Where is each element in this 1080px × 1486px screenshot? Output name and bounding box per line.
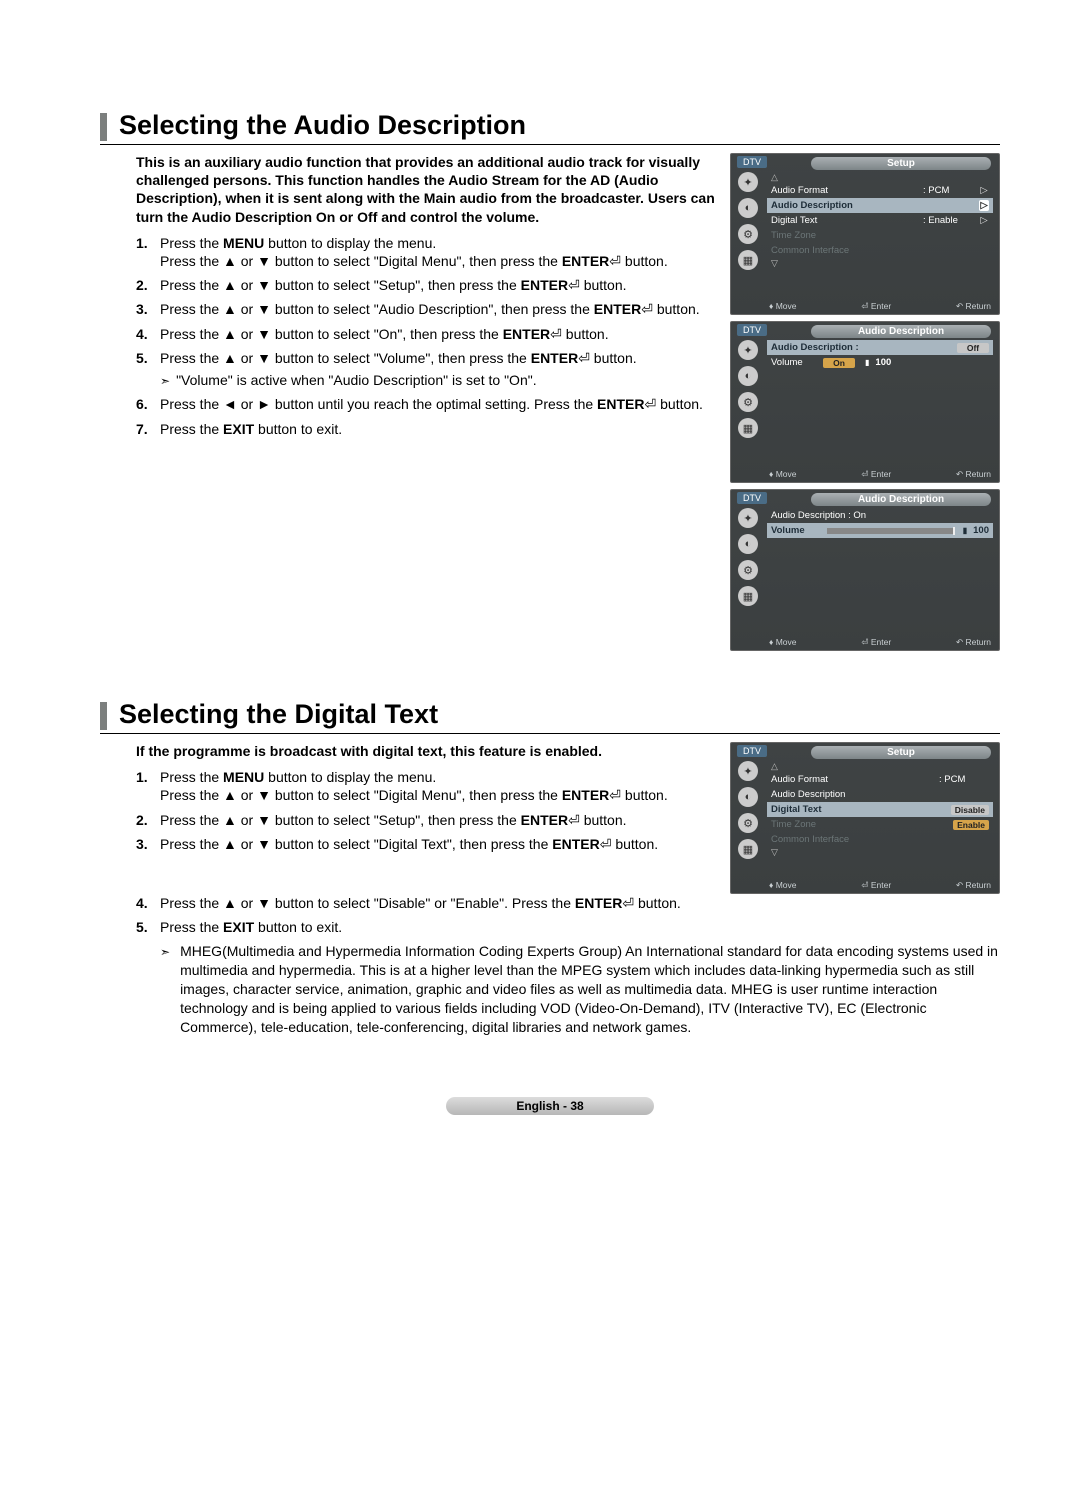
step-3: Press the ▲ or ▼ button to select "Digit… xyxy=(136,835,718,853)
section2-intro: If the programme is broadcast with digit… xyxy=(136,742,718,760)
osd-dtv-badge: DTV xyxy=(737,745,767,757)
step-5: Press the EXIT button to exit. xyxy=(136,918,1000,936)
osd-row-volume-slider[interactable]: Volume ▮ 100 xyxy=(767,523,993,538)
step5-note: "Volume" is active when "Audio Descripti… xyxy=(176,371,537,390)
section1-steps: Press the MENU button to display the men… xyxy=(136,234,718,438)
osd-title-setup: Setup xyxy=(811,746,991,759)
enter-icon: ⏎ xyxy=(609,253,621,269)
heading-text: Selecting the Digital Text xyxy=(119,699,438,733)
osd-audio-desc-volume: DTV Audio Description ✦ ◐ ⚙ ▦ Audio Desc… xyxy=(730,489,1000,651)
note-icon xyxy=(160,371,170,390)
step-2: Press the ▲ or ▼ button to select "Setup… xyxy=(136,276,718,294)
volume-value: 100 xyxy=(875,357,891,368)
note-icon xyxy=(160,942,170,1036)
step-2: Press the ▲ or ▼ button to select "Setup… xyxy=(136,811,718,829)
osd-row-audio-description[interactable]: Audio Description ▷ xyxy=(767,198,993,213)
osd-nav-icon: ▦ xyxy=(738,839,758,859)
osd-nav-icon: ✦ xyxy=(738,172,758,192)
mheg-note: MHEG(Multimedia and Hypermedia Informati… xyxy=(180,942,1000,1036)
osd-row-time-zone: Time Zone xyxy=(767,228,993,243)
scroll-up-icon: △ xyxy=(767,761,993,772)
step-1: Press the MENU button to display the men… xyxy=(136,234,718,270)
osd-row-digital-text[interactable]: Digital Text : Enable ▷ xyxy=(767,213,993,228)
osd-nav-icon: ◐ xyxy=(738,366,758,386)
section1-intro: This is an auxiliary audio function that… xyxy=(136,153,718,226)
osd-setup-digital-text: DTV Setup ✦ ◐ ⚙ ▦ △ Audio Format : PCM A… xyxy=(730,742,1000,894)
osd-title-audio-desc: Audio Description xyxy=(811,325,991,338)
osd-nav-icon: ▦ xyxy=(738,250,758,270)
osd-nav-icon: ◐ xyxy=(738,534,758,554)
heading-bar-icon xyxy=(100,702,107,730)
osd-nav-icon: ▦ xyxy=(738,418,758,438)
osd-nav-icon: ✦ xyxy=(738,761,758,781)
section-heading-digital-text: Selecting the Digital Text xyxy=(100,699,1000,734)
page-number-pill: English - 38 xyxy=(446,1097,653,1115)
osd-row-ad-toggle[interactable]: Audio Description : Off xyxy=(767,340,993,355)
osd-row-audio-format[interactable]: Audio Format : PCM ▷ xyxy=(767,183,993,198)
osd-dtv-badge: DTV xyxy=(737,324,767,336)
heading-bar-icon xyxy=(100,113,107,141)
enter-icon: ⏎ xyxy=(609,787,621,803)
enter-icon: ⏎ xyxy=(568,812,580,828)
osd-setup-audio-desc: DTV Setup ✦ ◐ ⚙ ▦ △ Audio Format : PCM ▷ xyxy=(730,153,1000,315)
enter-icon: ⏎ xyxy=(568,277,580,293)
osd-hint-bar: ♦ Move ⏎ Enter ↶ Return xyxy=(767,637,993,648)
osd-nav-icon: ⚙ xyxy=(738,392,758,412)
step-6: Press the ◄ or ► button until you reach … xyxy=(136,395,718,413)
osd-row-audio-format[interactable]: Audio Format : PCM xyxy=(767,772,993,787)
osd-hint-bar: ♦ Move ⏎ Enter ↶ Return xyxy=(767,880,993,891)
step-4: Press the ▲ or ▼ button to select "On", … xyxy=(136,325,718,343)
option-disable[interactable]: Disable xyxy=(951,805,989,815)
osd-nav-icon: ⚙ xyxy=(738,224,758,244)
osd-hint-bar: ♦ Move ⏎ Enter ↶ Return xyxy=(767,301,993,312)
osd-nav-icon: ⚙ xyxy=(738,813,758,833)
osd-hint-bar: ♦ Move ⏎ Enter ↶ Return xyxy=(767,469,993,480)
osd-row-time-zone: Time Zone Enable xyxy=(767,817,993,832)
osd-row-ad-on[interactable]: Audio Description : On xyxy=(767,508,993,523)
osd-dtv-badge: DTV xyxy=(737,156,767,168)
enter-icon: ⏎ xyxy=(622,895,634,911)
osd-title-setup: Setup xyxy=(811,157,991,170)
enter-icon: ⏎ xyxy=(550,326,562,342)
osd-nav-icon: ◐ xyxy=(738,198,758,218)
osd-audio-desc-picker: DTV Audio Description ✦ ◐ ⚙ ▦ Audio Desc… xyxy=(730,321,1000,483)
osd-nav-icon: ✦ xyxy=(738,340,758,360)
step-3: Press the ▲ or ▼ button to select "Audio… xyxy=(136,300,718,318)
osd-row-common-interface: Common Interface xyxy=(767,243,993,258)
step-7: Press the EXIT button to exit. xyxy=(136,420,718,438)
chevron-right-icon: ▷ xyxy=(979,215,989,226)
osd-dtv-badge: DTV xyxy=(737,492,767,504)
section2-steps: Press the MENU button to display the men… xyxy=(136,768,718,853)
chevron-right-icon: ▷ xyxy=(979,185,989,196)
option-off[interactable]: Off xyxy=(957,343,989,353)
chevron-right-icon: ▷ xyxy=(979,200,989,211)
section2-steps-continued: Press the ▲ or ▼ button to select "Disab… xyxy=(100,894,1000,936)
section-heading-audio-description: Selecting the Audio Description xyxy=(100,110,1000,145)
page-footer: English - 38 xyxy=(100,1097,1000,1115)
step-1: Press the MENU button to display the men… xyxy=(136,768,718,804)
osd-nav-icon: ⚙ xyxy=(738,560,758,580)
scroll-down-icon: ▽ xyxy=(767,847,993,858)
step-5: Press the ▲ or ▼ button to select "Volum… xyxy=(136,349,718,390)
option-on[interactable]: On xyxy=(823,358,855,368)
osd-nav-icon: ▦ xyxy=(738,586,758,606)
osd-row-volume[interactable]: Volume On ▮ 100 xyxy=(767,355,993,370)
enter-icon: ⏎ xyxy=(645,396,657,412)
osd-row-digital-text[interactable]: Digital Text Disable xyxy=(767,802,993,817)
volume-slider[interactable] xyxy=(827,528,953,534)
enter-icon: ⏎ xyxy=(578,350,590,366)
osd-title-audio-desc: Audio Description xyxy=(811,493,991,506)
enter-icon: ⏎ xyxy=(641,301,653,317)
scroll-up-icon: △ xyxy=(767,172,993,183)
option-enable[interactable]: Enable xyxy=(953,820,989,830)
volume-value: 100 xyxy=(973,525,989,536)
heading-text: Selecting the Audio Description xyxy=(119,110,526,144)
osd-nav-icon: ◐ xyxy=(738,787,758,807)
osd-nav-icon: ✦ xyxy=(738,508,758,528)
step-4: Press the ▲ or ▼ button to select "Disab… xyxy=(136,894,1000,912)
osd-row-audio-description[interactable]: Audio Description xyxy=(767,787,993,802)
enter-icon: ⏎ xyxy=(600,836,612,852)
scroll-down-icon: ▽ xyxy=(767,258,993,269)
osd-row-common-interface: Common Interface xyxy=(767,832,993,847)
